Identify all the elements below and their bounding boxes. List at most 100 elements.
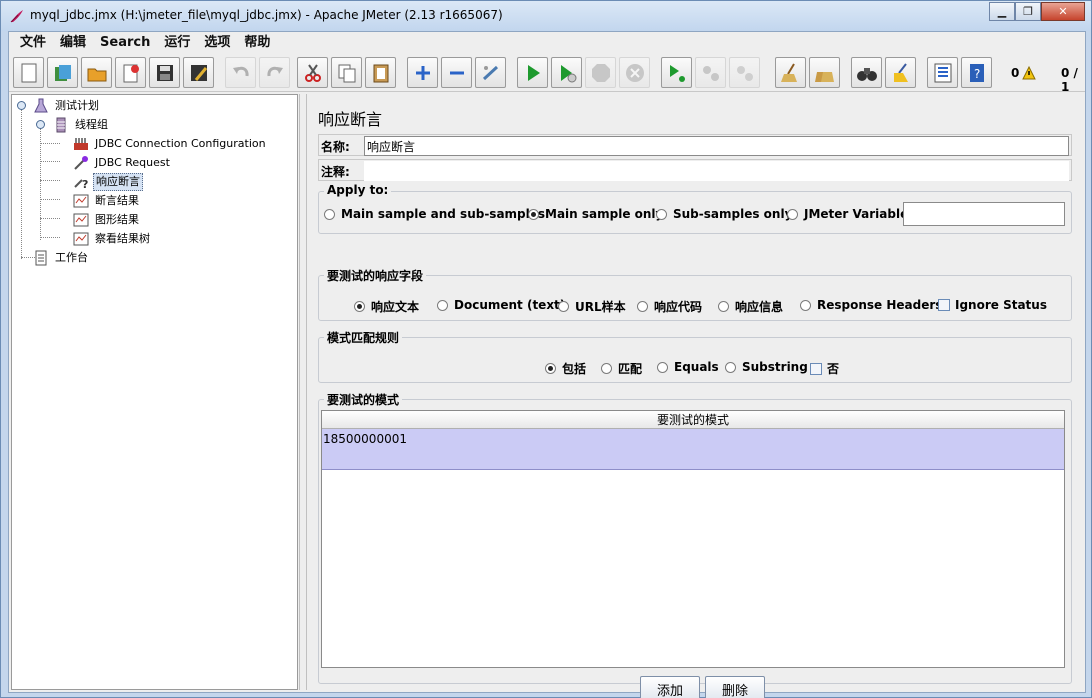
new-button[interactable] <box>13 57 44 88</box>
table-row[interactable]: 18500000001 <box>322 429 1064 470</box>
save-as-icon <box>190 64 207 81</box>
rule-contains-radio[interactable]: 包括 <box>545 360 586 377</box>
clear-button[interactable] <box>775 57 806 88</box>
remote-start-button[interactable] <box>661 57 692 88</box>
menu-options[interactable]: 选项 <box>197 32 237 54</box>
expand-button[interactable] <box>407 57 438 88</box>
field-response-headers-radio[interactable]: Response Headers <box>800 298 942 312</box>
play-icon <box>527 64 540 81</box>
stop-button[interactable] <box>585 57 616 88</box>
test-plan-tree[interactable]: 测试计划 线程组 JDBC Connection Configuration J… <box>11 94 298 690</box>
test-plan-flask-icon <box>32 98 50 114</box>
undo-button[interactable] <box>225 57 256 88</box>
thread-group-spool-icon <box>52 117 70 133</box>
minimize-button[interactable]: ▁ <box>989 2 1015 21</box>
add-button[interactable]: 添加 <box>640 676 700 698</box>
templates-button[interactable] <box>47 57 78 88</box>
comment-input[interactable] <box>364 161 1069 181</box>
field-response-code-radio[interactable]: 响应代码 <box>637 298 702 315</box>
binoculars-icon <box>856 67 877 81</box>
ignore-status-checkbox[interactable]: Ignore Status <box>938 298 1047 312</box>
save-disk-icon <box>156 64 173 81</box>
tree-item-jdbc-connection[interactable]: JDBC Connection Configuration <box>72 135 268 153</box>
response-field-legend: 要测试的响应字段 <box>324 267 427 284</box>
redo-button[interactable] <box>259 57 290 88</box>
test-plan-toggle[interactable] <box>17 101 26 110</box>
reset-search-broom-icon <box>893 62 908 82</box>
function-helper-button[interactable] <box>927 57 958 88</box>
menu-help[interactable]: 帮助 <box>237 32 277 54</box>
toggle-button[interactable] <box>475 57 506 88</box>
page-title: 响应断言 <box>318 110 383 129</box>
tree-item-thread-group[interactable]: 线程组 <box>52 116 110 134</box>
field-response-message-radio[interactable]: 响应信息 <box>718 298 783 315</box>
rule-not-checkbox[interactable]: 否 <box>810 360 839 377</box>
panel-splitter[interactable] <box>299 94 307 690</box>
apply-main-only-radio[interactable]: Main sample only <box>528 207 663 221</box>
field-document-text-radio[interactable]: Document (text) <box>437 298 565 312</box>
title-bar[interactable]: myql_jdbc.jmx (H:\jmeter_file\myql_jdbc.… <box>1 1 1091 31</box>
rule-equals-radio[interactable]: Equals <box>657 360 719 374</box>
shutdown-button[interactable] <box>619 57 650 88</box>
thread-group-toggle[interactable] <box>36 120 45 129</box>
comment-row: 注释: <box>318 159 1072 181</box>
start-no-pause-button[interactable] <box>551 57 582 88</box>
rule-matches-radio[interactable]: 匹配 <box>601 360 642 377</box>
restore-button[interactable]: ❐ <box>1015 2 1041 21</box>
delete-button[interactable]: 删除 <box>705 676 765 698</box>
thread-count: 0 / 1 <box>1061 66 1078 94</box>
field-response-text-radio[interactable]: 响应文本 <box>354 298 419 315</box>
apply-jmeter-variable-radio[interactable]: JMeter Variable <box>787 207 908 221</box>
menu-bar: 文件 编辑 Search 运行 选项 帮助 <box>9 32 1085 54</box>
clear-all-button[interactable] <box>809 57 840 88</box>
reset-search-button[interactable] <box>885 57 916 88</box>
save-as-button[interactable] <box>183 57 214 88</box>
clear-all-brooms-icon <box>814 71 834 82</box>
tree-item-workbench[interactable]: 工作台 <box>32 249 90 267</box>
tree-item-jdbc-request[interactable]: JDBC Request <box>72 154 172 172</box>
pattern-rules-legend: 模式匹配规则 <box>324 329 403 346</box>
tree-item-label: 察看结果树 <box>95 232 150 245</box>
menu-run[interactable]: 运行 <box>157 32 197 54</box>
listener-chart-icon <box>72 193 90 209</box>
close-file-button[interactable] <box>115 57 146 88</box>
apply-sub-only-radio[interactable]: Sub-samples only <box>656 207 792 221</box>
menu-edit[interactable]: 编辑 <box>53 32 93 54</box>
copy-icon <box>338 64 355 82</box>
help-button[interactable]: ? <box>961 57 992 88</box>
apply-main-and-sub-radio[interactable]: Main sample and sub-samples <box>324 207 545 221</box>
search-button[interactable] <box>851 57 882 88</box>
name-input[interactable] <box>364 136 1069 156</box>
client-area: 文件 编辑 Search 运行 选项 帮助 ? 0 0 / 1 测试计划 线程组… <box>8 31 1086 698</box>
patterns-column-header[interactable]: 要测试的模式 <box>322 411 1064 429</box>
close-button[interactable]: ✕ <box>1041 2 1085 21</box>
start-button[interactable] <box>517 57 548 88</box>
open-button[interactable] <box>81 57 112 88</box>
minus-icon <box>449 71 464 74</box>
field-url-sample-radio[interactable]: URL样本 <box>558 298 626 315</box>
tree-item-view-results-tree[interactable]: 察看结果树 <box>72 230 152 248</box>
tree-item-graph-results[interactable]: 图形结果 <box>72 211 141 229</box>
help-book-icon: ? <box>969 63 984 82</box>
jmeter-variable-input[interactable] <box>903 202 1065 226</box>
tree-item-test-plan[interactable]: 测试计划 <box>32 97 101 115</box>
svg-text:?: ? <box>974 67 980 81</box>
paste-clipboard-icon <box>373 64 388 82</box>
clear-broom-icon <box>780 62 797 82</box>
menu-file[interactable]: 文件 <box>13 32 53 54</box>
rule-substring-radio[interactable]: Substring <box>725 360 808 374</box>
warning-icon[interactable] <box>1022 66 1036 80</box>
menu-search[interactable]: Search <box>93 32 157 54</box>
remote-stop-button[interactable] <box>695 57 726 88</box>
save-button[interactable] <box>149 57 180 88</box>
remote-shutdown-button[interactable] <box>729 57 760 88</box>
patterns-table[interactable]: 要测试的模式 18500000001 <box>321 410 1065 668</box>
assertion-icon: ? <box>72 174 90 190</box>
tree-item-response-assertion[interactable]: ? 响应断言 <box>72 173 143 191</box>
copy-button[interactable] <box>331 57 362 88</box>
collapse-button[interactable] <box>441 57 472 88</box>
paste-button[interactable] <box>365 57 396 88</box>
cut-button[interactable] <box>297 57 328 88</box>
shutdown-icon <box>625 63 644 82</box>
tree-item-assertion-results[interactable]: 断言结果 <box>72 192 141 210</box>
